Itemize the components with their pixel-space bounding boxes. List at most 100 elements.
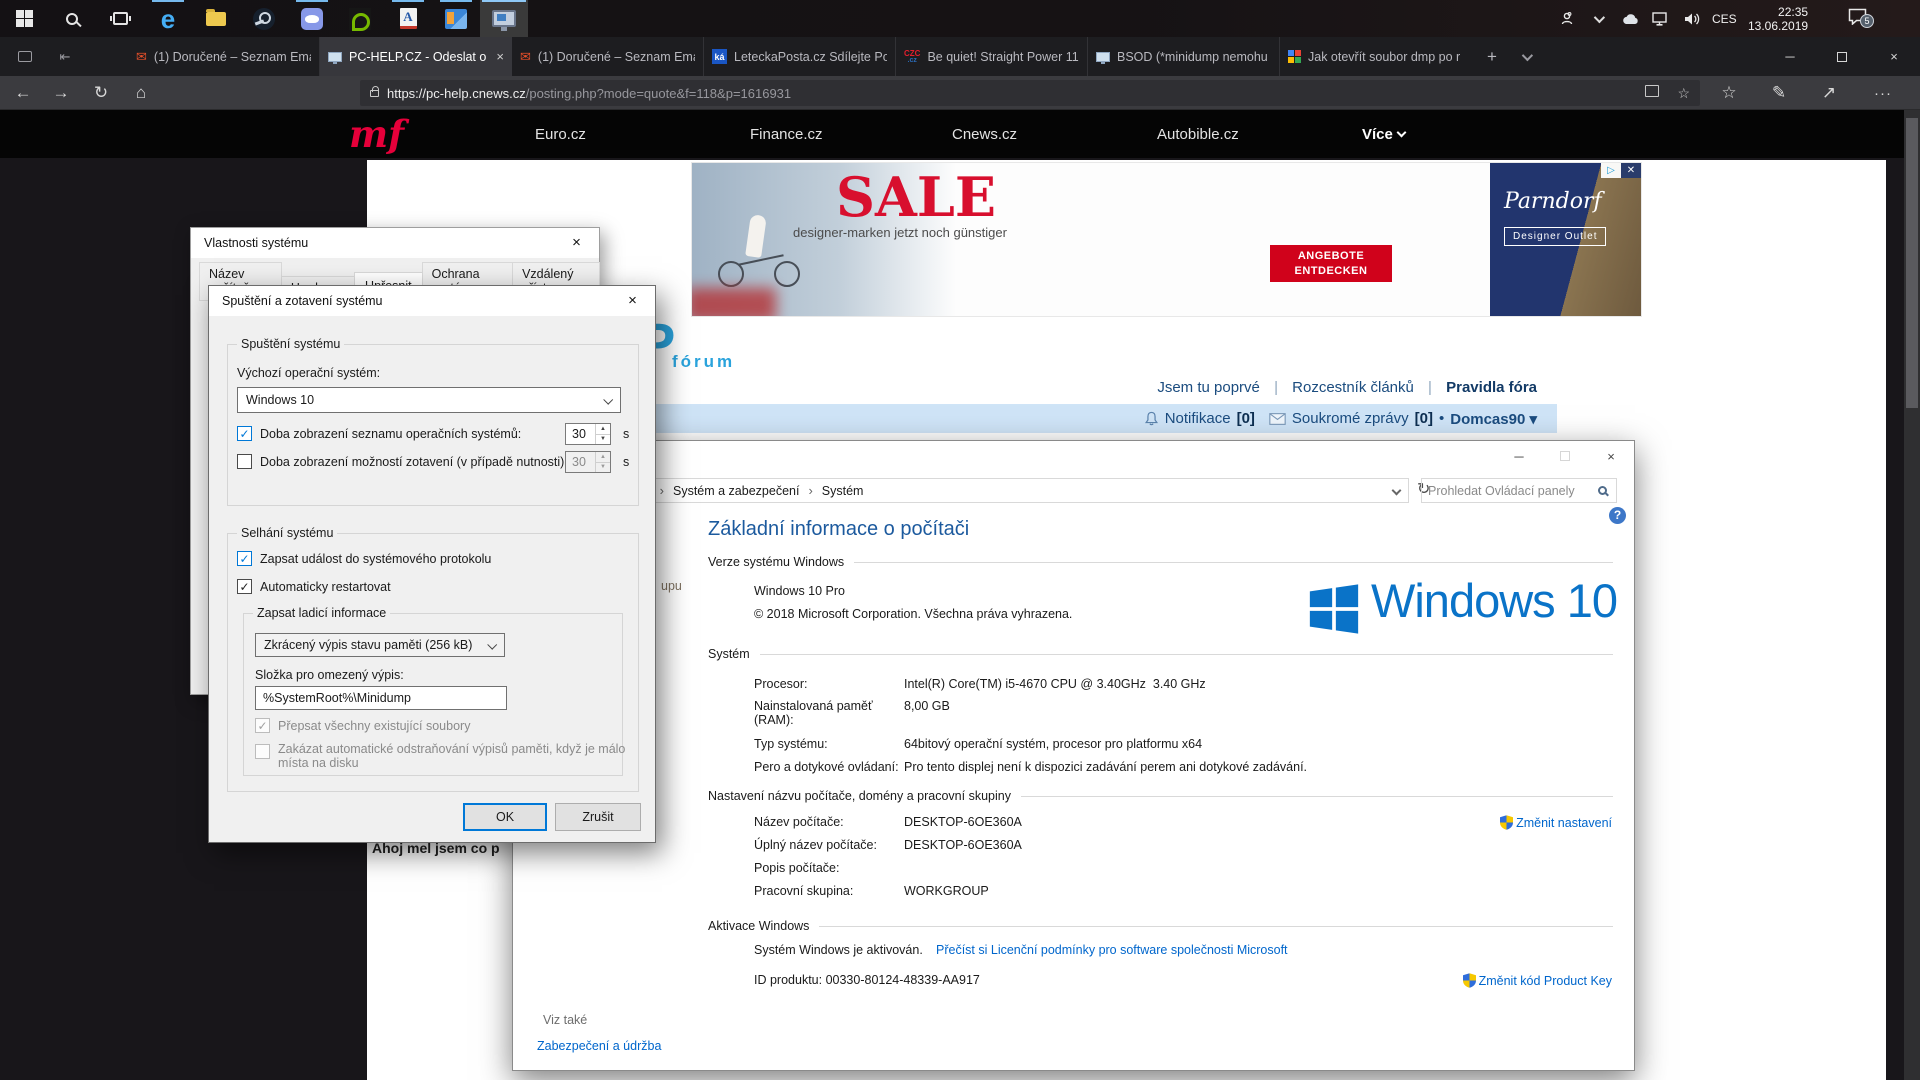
link-articles[interactable]: Rozcestník článků bbox=[1292, 379, 1414, 396]
checkbox-unchecked[interactable] bbox=[237, 454, 252, 469]
groupbox-label: Spuštění systému bbox=[237, 337, 344, 351]
security-maintenance-link[interactable]: Zabezpečení a údržba bbox=[537, 1039, 661, 1053]
refresh-icon[interactable]: ↻ bbox=[84, 80, 118, 106]
control-panel-system-window: ─ × Ovládací panely › Systém a zabezpeče… bbox=[512, 440, 1635, 1071]
ad-banner[interactable]: SALE designer-marken jetzt noch günstige… bbox=[692, 163, 1641, 316]
checkbox-checked[interactable]: ✓ bbox=[237, 426, 252, 441]
chevron-down-icon[interactable] bbox=[1392, 486, 1402, 496]
nav-link-autobible[interactable]: Autobible.cz bbox=[1157, 126, 1239, 143]
annotate-pen-icon[interactable]: ✎ bbox=[1762, 80, 1796, 106]
tray-people-button[interactable] bbox=[1558, 0, 1574, 37]
reading-view-icon[interactable] bbox=[1645, 85, 1659, 97]
dialog-title: Spuštění a zotavení systému bbox=[222, 294, 383, 308]
window-title: Vlastnosti systému bbox=[204, 236, 308, 250]
taskbar-search-button[interactable] bbox=[48, 0, 96, 37]
nav-link-cnews[interactable]: Cnews.cz bbox=[952, 126, 1017, 143]
tab-seznam-email-2[interactable]: ✉ (1) Doručené – Seznam Ema bbox=[512, 37, 704, 76]
tray-volume-button[interactable] bbox=[1684, 0, 1702, 37]
close-button[interactable]: × bbox=[610, 286, 655, 315]
bullet: • bbox=[1439, 410, 1444, 427]
section-system: Systém bbox=[708, 647, 1613, 661]
breadcrumb-item[interactable]: Systém a zabezpečení bbox=[673, 484, 799, 498]
default-os-select[interactable]: Windows 10 bbox=[237, 387, 621, 413]
taskbar-explorer-button[interactable] bbox=[192, 0, 240, 37]
change-product-key-link[interactable]: Změnit kód Product Key bbox=[1463, 973, 1612, 988]
tray-onedrive-button[interactable] bbox=[1622, 0, 1640, 37]
nav-link-euro[interactable]: Euro.cz bbox=[535, 126, 586, 143]
os-list-seconds-stepper[interactable]: 30 ▲▼ bbox=[565, 423, 611, 445]
dump-folder-input[interactable]: %SystemRoot%\Minidump bbox=[255, 686, 507, 710]
tray-language-button[interactable]: CES bbox=[1712, 0, 1737, 37]
url-field[interactable]: https://pc-help.cnews.cz/posting.php?mod… bbox=[360, 80, 1700, 106]
close-button[interactable]: × bbox=[554, 228, 599, 257]
action-center-button[interactable]: 5 bbox=[1848, 0, 1867, 37]
change-settings-link[interactable]: Změnit nastavení bbox=[1500, 815, 1612, 830]
username-menu[interactable]: Domcas90 ▾ bbox=[1450, 410, 1537, 428]
checkbox-checked[interactable]: ✓ bbox=[237, 551, 252, 566]
mf-logo[interactable]: mf bbox=[349, 112, 404, 156]
tab-seznam-email-1[interactable]: ✉ (1) Doručené – Seznam Ema bbox=[128, 37, 320, 76]
ad-cta-button[interactable]: ANGEBOTEENTDECKEN bbox=[1270, 245, 1392, 282]
tab-list-chevron[interactable] bbox=[1512, 37, 1540, 76]
browser-close-button[interactable]: × bbox=[1868, 37, 1920, 76]
back-icon[interactable]: ← bbox=[6, 80, 40, 106]
adchoices-icon[interactable]: ▷ bbox=[1601, 163, 1621, 178]
taskbar-document-app-button[interactable]: A bbox=[384, 0, 432, 37]
checkbox-checked[interactable]: ✓ bbox=[237, 579, 252, 594]
favorites-hub-icon[interactable]: ☆ bbox=[1712, 80, 1746, 106]
close-button[interactable]: × bbox=[1588, 441, 1634, 471]
taskbar-system-properties-button[interactable] bbox=[480, 0, 528, 37]
tab-preview-button[interactable] bbox=[10, 37, 40, 76]
link-first-time[interactable]: Jsem tu poprvé bbox=[1157, 379, 1260, 396]
tab-czc[interactable]: CZC.cz Be quiet! Straight Power 11 bbox=[896, 37, 1088, 76]
scrollbar-thumb[interactable] bbox=[1906, 118, 1918, 408]
new-tab-button[interactable]: + bbox=[1478, 37, 1506, 76]
browser-minimize-button[interactable]: ─ bbox=[1764, 37, 1816, 76]
ok-button[interactable]: OK bbox=[463, 803, 547, 831]
page-scrollbar[interactable] bbox=[1904, 110, 1920, 1080]
link-forum-rules[interactable]: Pravidla fóra bbox=[1446, 379, 1537, 396]
more-menu-icon[interactable]: ··· bbox=[1866, 80, 1900, 106]
left-nav-link-fragment[interactable]: upu bbox=[661, 579, 682, 593]
share-icon[interactable]: ↗ bbox=[1812, 80, 1846, 106]
row-value: Pro tento displej není k dispozici zadáv… bbox=[904, 760, 1307, 774]
help-icon[interactable]: ? bbox=[1609, 507, 1626, 524]
stepper-arrows[interactable]: ▲▼ bbox=[595, 424, 610, 444]
search-icon[interactable] bbox=[1598, 486, 1607, 495]
tab-pchelp-active[interactable]: PC-HELP.CZ - Odeslat o × bbox=[320, 37, 512, 76]
notifications-label[interactable]: Notifikace bbox=[1165, 410, 1231, 427]
browser-maximize-button[interactable] bbox=[1816, 37, 1868, 76]
taskbar-steam-button[interactable] bbox=[240, 0, 288, 37]
nav-link-more[interactable]: Více bbox=[1362, 126, 1405, 143]
maximize-button[interactable] bbox=[1542, 441, 1588, 471]
start-button[interactable] bbox=[0, 0, 48, 37]
tab-leteckaposta[interactable]: ká LeteckaPosta.cz Sdílejte Pos bbox=[704, 37, 896, 76]
breadcrumb-item[interactable]: Systém bbox=[822, 484, 864, 498]
cancel-button[interactable]: Zrušit bbox=[555, 803, 641, 831]
license-terms-link[interactable]: Přečíst si Licenční podmínky pro softwar… bbox=[936, 943, 1288, 957]
search-box[interactable]: Prohledat Ovládací panely bbox=[1421, 478, 1617, 503]
taskbar-nvidia-button[interactable] bbox=[336, 0, 384, 37]
set-tabs-aside-button[interactable]: ⇤ bbox=[50, 37, 80, 76]
tray-overflow-button[interactable] bbox=[1594, 0, 1602, 37]
tab-bsod[interactable]: BSOD (*minidump nemohu bbox=[1088, 37, 1280, 76]
task-view-button[interactable] bbox=[96, 0, 144, 37]
close-tab-icon[interactable]: × bbox=[496, 49, 504, 64]
taskbar-mail-app-button[interactable] bbox=[432, 0, 480, 37]
messages-label[interactable]: Soukromé zprávy bbox=[1292, 410, 1409, 427]
nav-link-finance[interactable]: Finance.cz bbox=[750, 126, 823, 143]
chevron-down-icon bbox=[603, 394, 613, 404]
favorite-star-icon[interactable]: ☆ bbox=[1677, 85, 1690, 102]
tab-google-dmp[interactable]: Jak otevřít soubor dmp po r bbox=[1280, 37, 1472, 76]
taskbar-discord-button[interactable] bbox=[288, 0, 336, 37]
tray-network-button[interactable] bbox=[1652, 0, 1669, 37]
ad-close-button[interactable]: ✕ bbox=[1621, 163, 1641, 178]
breadcrumb[interactable]: Ovládací panely › Systém a zabezpečení ›… bbox=[531, 478, 1409, 503]
nvidia-icon bbox=[349, 8, 371, 30]
minimize-button[interactable]: ─ bbox=[1496, 441, 1542, 471]
home-icon[interactable]: ⌂ bbox=[124, 80, 158, 106]
dump-type-select[interactable]: Zkrácený výpis stavu paměti (256 kB) bbox=[255, 633, 505, 657]
taskbar-edge-button[interactable]: e bbox=[144, 0, 192, 37]
forward-icon[interactable]: → bbox=[44, 80, 78, 106]
tray-clock-button[interactable]: 22:35 13.06.2019 bbox=[1748, 0, 1808, 37]
